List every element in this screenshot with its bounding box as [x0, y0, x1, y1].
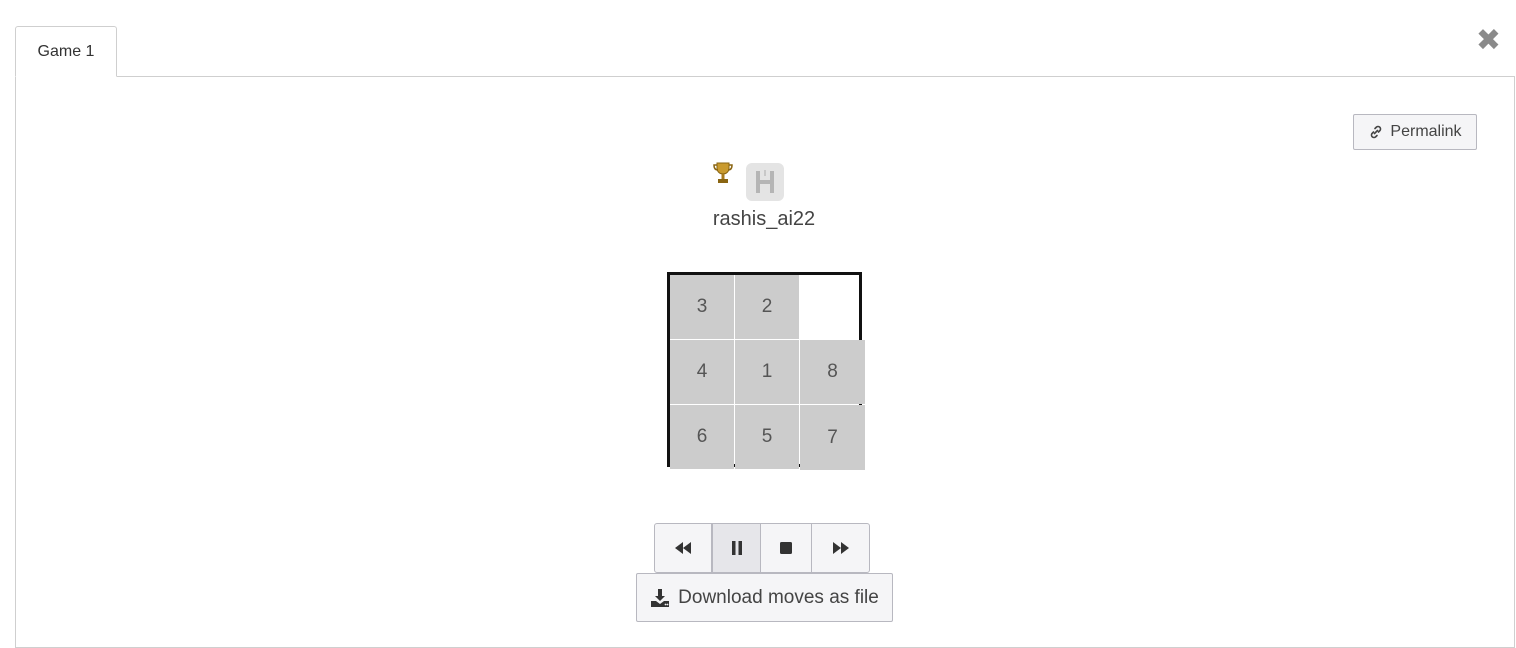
tile[interactable]: 5 [735, 405, 799, 469]
tile[interactable]: 6 [670, 405, 734, 469]
trophy-icon [712, 161, 734, 185]
tile[interactable]: 4 [670, 340, 734, 404]
tile[interactable]: 8 [800, 340, 865, 404]
tile[interactable]: 7 [800, 405, 865, 470]
playback-controls [654, 523, 870, 573]
link-icon [1371, 125, 1382, 139]
tab-game-1[interactable]: Game 1 [15, 26, 117, 77]
rewind-button[interactable] [655, 524, 712, 572]
stop-icon [780, 542, 792, 554]
pause-icon [731, 541, 742, 555]
fast-forward-icon [832, 542, 849, 554]
tab-label: Game 1 [37, 42, 95, 60]
permalink-label: Permalink [1390, 123, 1462, 140]
stop-button[interactable] [761, 524, 812, 572]
permalink-button[interactable]: Permalink [1353, 114, 1477, 150]
download-label: Download moves as file [678, 586, 879, 608]
tile[interactable]: 3 [670, 275, 734, 339]
player-name: rashis_ai22 [712, 208, 816, 230]
tile[interactable]: 2 [735, 275, 799, 339]
tab-bar: Game 1 ✖ [15, 26, 1501, 77]
pause-button[interactable] [712, 524, 761, 572]
fast-forward-button[interactable] [812, 524, 869, 572]
rewind-icon [675, 542, 691, 554]
avatar-h-icon [746, 163, 784, 201]
download-moves-button[interactable]: Download moves as file [636, 573, 893, 622]
game-panel: Permalink rashis_ai22 3 2 4 1 8 6 5 7 Do… [15, 76, 1515, 648]
tile[interactable]: 1 [735, 340, 799, 404]
download-icon [651, 588, 670, 607]
puzzle-board: 3 2 4 1 8 6 5 7 [667, 272, 865, 470]
close-x-icon[interactable]: ✖ [1476, 26, 1501, 56]
